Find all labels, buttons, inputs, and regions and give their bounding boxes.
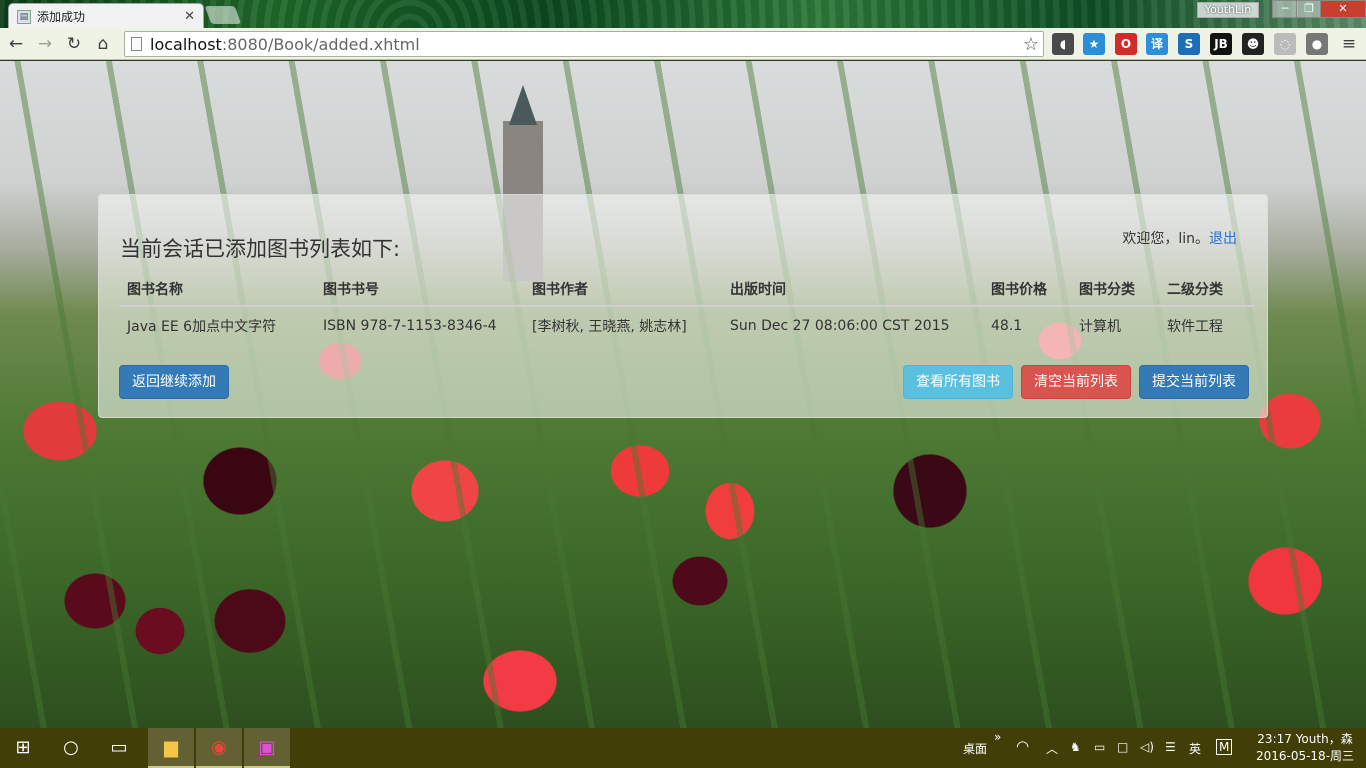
s-extension-icon[interactable]: S — [1178, 33, 1200, 55]
tab-close-icon[interactable]: ✕ — [184, 9, 195, 24]
bookmark-star-icon[interactable]: ★ — [1083, 33, 1105, 55]
table-header: 图书名称 图书书号 图书作者 出版时间 图书价格 图书分类 二级分类 — [119, 273, 1255, 307]
notification-icon[interactable]: ☰ — [1165, 740, 1176, 754]
clock-time: 23:17 Youth，森 — [1257, 732, 1353, 746]
system-clock[interactable]: 23:17 Youth，森 2016-05-18-周三 — [1250, 731, 1360, 765]
user-extension-icon[interactable]: ● — [1306, 33, 1328, 55]
home-icon[interactable]: ⌂ — [92, 33, 114, 55]
show-hidden-icons-icon[interactable]: ︿ — [1046, 740, 1058, 757]
qq-icon[interactable]: ♞ — [1070, 740, 1081, 754]
cell-category: 计算机 — [1079, 319, 1121, 335]
added-books-panel: 当前会话已添加图书列表如下: 欢迎您，lin。退出 图书名称 图书书号 图书作者… — [98, 194, 1268, 418]
back-arrow-icon[interactable]: ← — [5, 33, 27, 55]
chrome-icon[interactable]: ◉ — [196, 728, 242, 768]
cell-price: 48.1 — [991, 318, 1023, 334]
wifi-icon[interactable]: ◠ — [1016, 737, 1029, 755]
ime-language[interactable]: 英 — [1189, 740, 1201, 757]
reload-icon[interactable]: ↻ — [63, 33, 85, 55]
volume-icon[interactable]: ◁) — [1140, 740, 1154, 754]
network-icon[interactable]: □ — [1117, 740, 1128, 754]
table-row: Java EE 6加点中文字符 ISBN 978-7-1153-8346-4 [… — [119, 307, 1255, 345]
col-header-isbn: 图书书号 — [323, 282, 379, 298]
pocket-icon[interactable]: ◖ — [1052, 33, 1074, 55]
page-favicon-icon: ▤ — [17, 9, 31, 24]
new-tab-button[interactable] — [204, 6, 242, 24]
tampermonkey-icon[interactable]: ☻ — [1242, 33, 1264, 55]
ime-mode[interactable]: M — [1216, 739, 1233, 755]
col-header-subcategory: 二级分类 — [1167, 282, 1223, 298]
submit-list-button[interactable]: 提交当前列表 — [1139, 365, 1249, 399]
col-header-date: 出版时间 — [730, 282, 786, 298]
cell-author: [李树秋, 王晓燕, 姚志林] — [532, 319, 687, 335]
welcome-text: 欢迎您，lin。退出 — [1122, 228, 1237, 248]
cell-date: Sun Dec 27 08:06:00 CST 2015 — [730, 318, 950, 334]
battery-icon[interactable]: ▭ — [1094, 740, 1105, 754]
col-header-name: 图书名称 — [127, 282, 183, 298]
minimize-button[interactable]: ─ — [1272, 0, 1298, 18]
file-explorer-icon[interactable]: ▆ — [148, 728, 194, 768]
welcome-message: 欢迎您，lin。 — [1122, 231, 1209, 247]
page-icon — [131, 37, 142, 51]
windows-start-icon[interactable]: ⊞ — [0, 728, 46, 768]
menu-icon[interactable]: ≡ — [1338, 33, 1360, 55]
close-window-button[interactable]: ✕ — [1320, 0, 1366, 18]
browser-title-bar: ▤ 添加成功 ✕ YouthLin ─ ❐ ✕ — [0, 0, 1366, 29]
bookmark-star-icon[interactable]: ☆ — [1023, 34, 1039, 55]
desktop-label[interactable]: 桌面 — [963, 740, 987, 757]
col-header-category: 图书分类 — [1079, 282, 1135, 298]
page-background: 当前会话已添加图书列表如下: 欢迎您，lin。退出 图书名称 图书书号 图书作者… — [0, 61, 1366, 728]
url-host: localhost — [150, 34, 222, 54]
clear-list-button[interactable]: 清空当前列表 — [1021, 365, 1131, 399]
col-header-author: 图书作者 — [532, 282, 588, 298]
jetbrains-icon[interactable]: JB — [1210, 33, 1232, 55]
intellij-icon[interactable]: ▣ — [244, 728, 290, 768]
opera-icon[interactable]: O — [1115, 33, 1137, 55]
cell-isbn: ISBN 978-7-1153-8346-4 — [323, 318, 497, 334]
back-continue-add-button[interactable]: 返回继续添加 — [119, 365, 229, 399]
forward-arrow-icon[interactable]: → — [34, 33, 56, 55]
task-view-icon[interactable]: ▭ — [96, 728, 142, 768]
restore-button[interactable]: ❐ — [1296, 0, 1322, 18]
translate-icon[interactable]: ◌ — [1274, 33, 1296, 55]
books-table: 图书名称 图书书号 图书作者 出版时间 图书价格 图书分类 二级分类 Java … — [119, 273, 1255, 345]
cell-subcategory: 软件工程 — [1167, 319, 1223, 335]
dictionary-icon[interactable]: 译 — [1146, 33, 1168, 55]
tab-title: 添加成功 — [37, 10, 86, 24]
url-path: :8080/Book/added.xhtml — [221, 34, 420, 54]
col-header-price: 图书价格 — [991, 282, 1047, 298]
clock-date: 2016-05-18-周三 — [1255, 749, 1355, 763]
cortana-search-icon[interactable]: ○ — [48, 728, 94, 768]
windows-taskbar: ⊞ ○ ▭ ▆ ◉ ▣ 桌面 » ◠ ︿ ♞ ▭ □ ◁) ☰ 英 M 23:1… — [0, 728, 1366, 768]
address-bar[interactable]: localhost:8080/Book/added.xhtml ☆ — [124, 31, 1044, 57]
chevron-up-icon[interactable]: » — [994, 730, 1001, 744]
page-title: 当前会话已添加图书列表如下: — [120, 237, 401, 261]
cell-name: Java EE 6加点中文字符 — [127, 319, 277, 335]
browser-tab-active[interactable]: ▤ 添加成功 ✕ — [8, 3, 204, 29]
profile-button[interactable]: YouthLin — [1197, 2, 1259, 18]
view-all-books-button[interactable]: 查看所有图书 — [903, 365, 1013, 399]
browser-toolbar: ← → ↻ ⌂ localhost:8080/Book/added.xhtml … — [0, 28, 1366, 60]
logout-link[interactable]: 退出 — [1209, 231, 1237, 247]
